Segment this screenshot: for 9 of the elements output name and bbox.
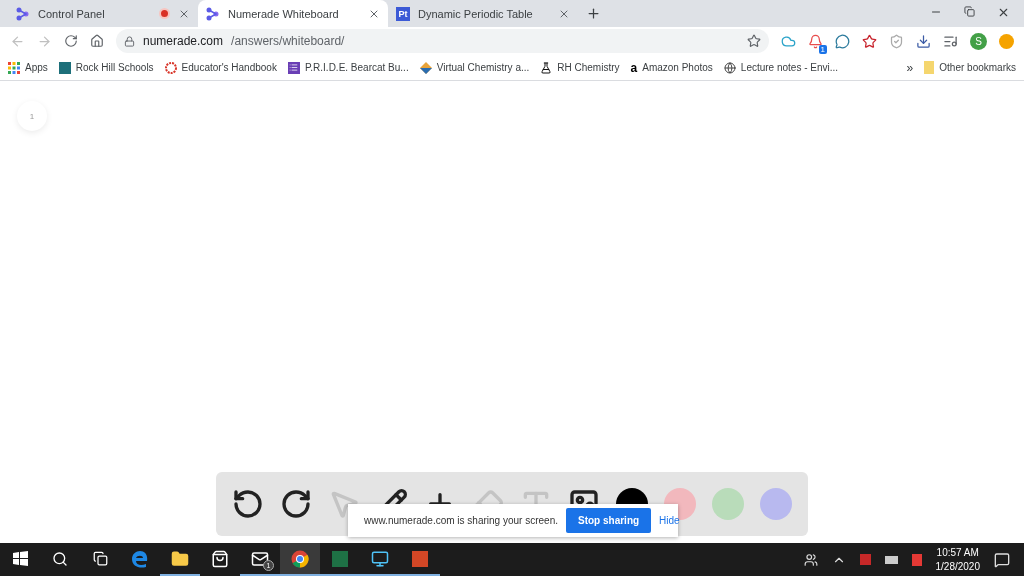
tab-title: Dynamic Periodic Table xyxy=(418,7,534,20)
tab-title: Numerade Whiteboard xyxy=(228,7,340,20)
periodic-table-logo: Pt xyxy=(396,6,410,21)
amazon-glyph: a xyxy=(630,60,638,75)
url-host: numerade.com xyxy=(143,34,224,48)
url-path: /answers/whiteboard/ xyxy=(231,34,346,48)
count-badge: 1 xyxy=(818,44,827,54)
tab-title: Control Panel xyxy=(38,7,106,20)
sharing-message: www.numerade.com is sharing your screen. xyxy=(364,515,558,526)
